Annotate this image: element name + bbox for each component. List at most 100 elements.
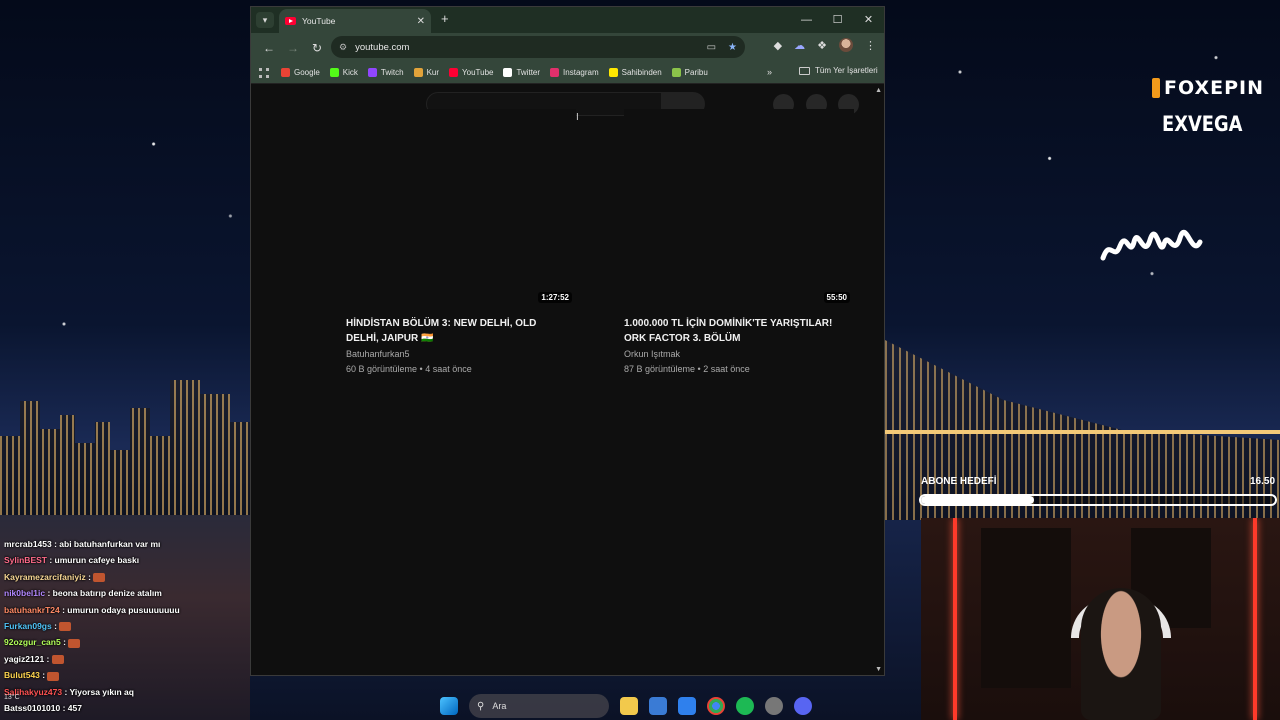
- new-tab-button[interactable]: +: [441, 11, 449, 26]
- bookmark-item[interactable]: Instagram: [550, 68, 599, 77]
- chat-username: SylinBEST: [4, 555, 47, 566]
- profile-avatar[interactable]: [839, 38, 853, 52]
- chat-username: batuhankrT24: [4, 604, 60, 615]
- bookmark-label: Kur: [426, 68, 440, 77]
- close-window-button[interactable]: ✕: [853, 7, 884, 33]
- weather-widget[interactable]: 13°C: [4, 694, 20, 701]
- chat-username: mrcrab1453: [4, 539, 52, 549]
- neon-light: [1253, 518, 1257, 720]
- chat-text: :: [39, 670, 48, 681]
- chat-text: : 457: [60, 703, 82, 714]
- bookmark-item[interactable]: Kick: [329, 68, 358, 77]
- browser-menu-icon[interactable]: ⋮: [865, 39, 876, 52]
- file-explorer-icon[interactable]: [620, 697, 638, 715]
- forward-button[interactable]: →: [281, 41, 305, 55]
- video-thumbnail[interactable]: 55:50: [624, 109, 854, 307]
- video-card[interactable]: 55:50 1.000.000 TL İÇİN DOMİNİK'TE YARIŞ…: [624, 109, 854, 374]
- start-button-icon[interactable]: [440, 697, 458, 715]
- minimize-button[interactable]: —: [791, 7, 822, 33]
- apps-grid-icon[interactable]: [259, 67, 269, 78]
- chat-message: Bulut543 :: [4, 667, 248, 683]
- video-duration: 1:27:52: [538, 292, 572, 303]
- tab-title: YouTube: [302, 16, 336, 26]
- video-card[interactable]: 1:27:52 HİNDİSTAN BÖLÜM 3: NEW DELHİ, OL…: [346, 109, 576, 374]
- video-thumbnail[interactable]: 1:27:52: [346, 109, 576, 307]
- chat-username: Furkan09gs: [4, 621, 52, 632]
- exvega-logo: EXVEGA: [1162, 112, 1243, 136]
- bookmark-favicon-icon: [449, 68, 459, 77]
- chat-emote-icon: [93, 573, 106, 583]
- bookmark-item[interactable]: Twitter: [503, 68, 540, 77]
- close-tab-icon[interactable]: ✕: [417, 16, 425, 27]
- chat-text: :: [85, 571, 94, 582]
- spotify-icon[interactable]: [736, 697, 754, 715]
- bookmark-item[interactable]: Paribu: [671, 68, 708, 77]
- chat-message: mrcrab1453 : abi batuhanfurkan var mı: [4, 536, 248, 552]
- all-bookmarks-folder[interactable]: Tüm Yer İşaretleri: [799, 66, 878, 75]
- video-meta: 60 B görüntüleme • 4 saat önce: [346, 364, 472, 374]
- tab-search-button[interactable]: ▾: [256, 12, 274, 28]
- maximize-button[interactable]: ☐: [822, 7, 853, 33]
- bookmarks-overflow-icon[interactable]: »: [767, 67, 772, 77]
- reload-button[interactable]: ↻: [305, 41, 329, 55]
- windows-taskbar: ⚲ Ara: [440, 692, 840, 720]
- window-controls: — ☐ ✕: [791, 7, 884, 33]
- bookmark-item[interactable]: Twitch: [367, 68, 404, 77]
- store-icon[interactable]: [649, 697, 667, 715]
- bookmark-item[interactable]: Google: [281, 68, 320, 77]
- chat-message: batuhankrT24 : umurun odaya pusuuuuuuu: [4, 602, 248, 618]
- subscriber-goal-bar: [919, 494, 1277, 506]
- bookmark-item[interactable]: YouTube: [449, 68, 493, 77]
- back-button[interactable]: ←: [257, 41, 281, 55]
- chrome-icon[interactable]: [707, 697, 725, 715]
- webcam-feed: [921, 518, 1280, 720]
- script-signature-logo: [1100, 229, 1203, 261]
- bookmark-label: Twitter: [516, 68, 541, 77]
- extension-diamond-icon[interactable]: ◆: [774, 39, 782, 52]
- video-channel[interactable]: Batuhanfurkan5: [346, 349, 576, 359]
- chat-message: Kayramezarcifaniyiz :: [4, 569, 248, 585]
- chat-emote-icon: [47, 671, 60, 681]
- install-app-icon[interactable]: ▭: [707, 42, 716, 53]
- bookmark-favicon-icon: [281, 68, 290, 77]
- chat-username: 92ozgur_can5: [4, 637, 61, 648]
- chat-message: SylinBEST : umurun cafeye baskı: [4, 552, 248, 568]
- streamer: [1081, 588, 1161, 720]
- extension-cloud-icon[interactable]: ☁: [794, 39, 805, 52]
- bookmark-label: Kick: [342, 68, 358, 77]
- bookmark-item[interactable]: Sahibinden: [608, 68, 662, 77]
- bookmark-label: Paribu: [684, 68, 708, 77]
- bookmark-item[interactable]: Kur: [413, 68, 440, 77]
- address-bar[interactable]: ⚙ youtube.com ▭ ★: [331, 36, 745, 58]
- scroll-up-arrow[interactable]: ▲: [875, 87, 882, 94]
- bookmark-favicon-icon: [413, 68, 423, 77]
- scroll-down-arrow[interactable]: ▼: [875, 666, 882, 673]
- bridge-lights: [885, 430, 1280, 434]
- subscriber-goal-label: ABONE HEDEFİ: [921, 476, 997, 487]
- stream-chat: mrcrab1453 : abi batuhanfurkan var mı Syl…: [4, 536, 248, 716]
- browser-titlebar: ▾ YouTube ✕ + — ☐ ✕: [251, 7, 884, 33]
- browser-window: ▾ YouTube ✕ + — ☐ ✕ ← → ↻ ⚙ youtube.com …: [250, 6, 885, 676]
- chat-text: : umurun cafeye baskı: [46, 555, 140, 566]
- shelf: [981, 528, 1071, 688]
- site-info-icon[interactable]: ⚙: [339, 42, 347, 53]
- tab-youtube[interactable]: YouTube ✕: [279, 9, 431, 33]
- bookmark-favicon-icon: [329, 68, 339, 77]
- video-title[interactable]: HİNDİSTAN BÖLÜM 3: NEW DELHİ, OLD DELHİ,…: [346, 316, 568, 346]
- video-channel[interactable]: Orkun Işıtmak: [624, 349, 854, 359]
- chat-username: Kayramezarcifaniyiz: [4, 571, 86, 582]
- discord-icon[interactable]: [794, 697, 812, 715]
- chat-username: yagiz2121: [4, 653, 45, 664]
- bookmark-star-icon[interactable]: ★: [728, 42, 737, 53]
- youtube-favicon-icon: [285, 17, 296, 25]
- app-icon[interactable]: [765, 697, 783, 715]
- extensions-puzzle-icon[interactable]: ❖: [817, 39, 827, 52]
- chat-username: Bulut543: [4, 670, 40, 681]
- taskbar-search[interactable]: ⚲ Ara: [469, 694, 609, 718]
- video-title[interactable]: 1.000.000 TL İÇİN DOMİNİK'TE YARIŞTILAR!…: [624, 316, 846, 346]
- video-duration: 55:50: [823, 292, 850, 303]
- youtube-page: I 1:27:52 HİNDİSTAN BÖLÜM 3: NEW DELHİ, …: [251, 85, 884, 675]
- bookmark-label: Google: [294, 68, 320, 77]
- bookmark-favicon-icon: [367, 68, 377, 77]
- outlook-icon[interactable]: [678, 697, 696, 715]
